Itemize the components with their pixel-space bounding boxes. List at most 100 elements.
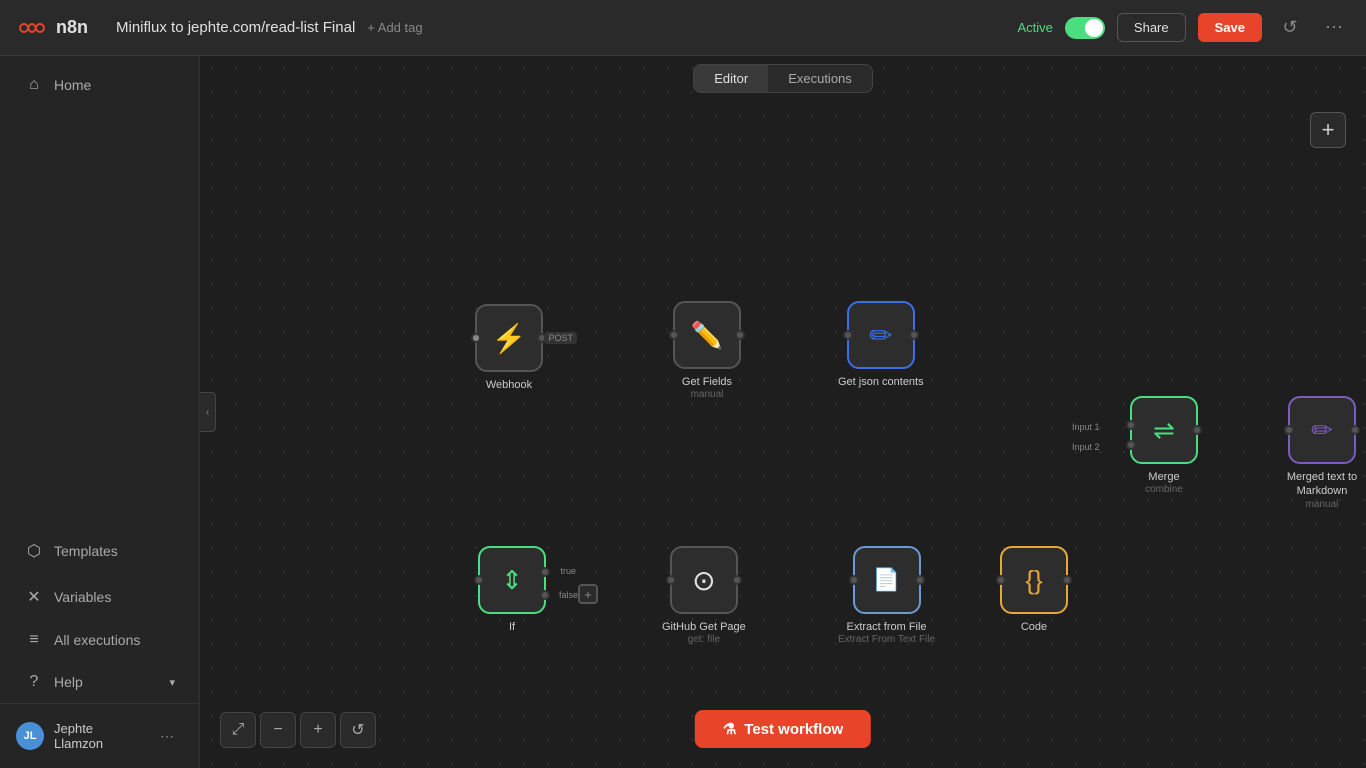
n8n-logo-icon [16,12,48,44]
extract-icon: 📄 [873,567,900,593]
get-fields-output-dot [735,330,745,340]
logo-area: n8n [16,12,88,44]
code-label: Code [1021,620,1047,634]
more-options-button[interactable]: ⋯ [1318,12,1350,44]
sidebar: ⌂ Home ⬡ Templates ✕ Variables ≡ All exe… [0,56,200,768]
code-node-box[interactable]: {} [1000,546,1068,614]
collapse-sidebar-button[interactable]: ‹ [200,392,216,432]
webhook-node-box[interactable]: ⚡ POST [475,304,543,372]
merged-text-node[interactable]: ✏ Merged text to Markdown manual [1278,396,1366,510]
extract-output-dot [915,575,925,585]
merge-node[interactable]: ⇌ Merge combine Input 1 Input 2 [1130,396,1198,495]
true-label: true [560,566,576,576]
save-button[interactable]: Save [1198,13,1262,42]
github-input-dot [666,575,676,585]
input1-label: Input 1 [1072,422,1100,432]
zoom-in-button[interactable]: + [300,712,336,748]
canvas[interactable]: Editor Executions + [200,56,1366,768]
add-tag-button[interactable]: + Add tag [367,20,422,35]
topbar-right: Active Share Save ↺ ⋯ [1018,12,1350,44]
sidebar-item-variables[interactable]: ✕ Variables [8,577,191,617]
if-false-plus[interactable]: + [578,584,598,604]
sidebar-item-home[interactable]: ⌂ Home [8,66,191,104]
get-fields-node-box[interactable]: ✏️ [673,301,741,369]
github-label: GitHub Get Page [662,620,746,634]
code-node[interactable]: {} Code [1000,546,1068,634]
merged-text-node-box[interactable]: ✏ [1288,396,1356,464]
input2-label: Input 2 [1072,442,1100,452]
tab-editor[interactable]: Editor [694,65,768,92]
webhook-input-dot [471,333,481,343]
merged-text-icon: ✏ [1311,415,1333,446]
merged-text-sublabel: manual [1306,499,1339,510]
get-fields-node[interactable]: ✏️ Get Fields manual [673,301,741,400]
get-fields-input-dot [669,330,679,340]
tab-bar: Editor Executions [200,56,1366,100]
sidebar-home-label: Home [54,77,91,93]
active-toggle[interactable] [1065,17,1105,39]
extract-sublabel: Extract From Text File [838,634,935,645]
app-name: n8n [56,17,88,38]
home-icon: ⌂ [24,76,44,94]
chevron-down-icon: ▾ [169,676,175,689]
extract-node[interactable]: 📄 Extract from File Extract From Text Fi… [838,546,935,645]
zoom-controls: ⤢ − + ↺ [220,712,376,748]
user-more-button[interactable]: ⋯ [151,720,183,752]
code-icon: {} [1025,565,1042,596]
zoom-out-button[interactable]: − [260,712,296,748]
merge-sublabel: combine [1145,484,1183,495]
if-label: If [509,620,515,634]
sidebar-item-templates[interactable]: ⬡ Templates [8,531,191,571]
main-area: ⌂ Home ⬡ Templates ✕ Variables ≡ All exe… [0,56,1366,768]
zoom-in-icon: + [313,721,322,739]
merged-text-label: Merged text to Markdown [1278,470,1366,499]
code-output-dot [1062,575,1072,585]
if-node[interactable]: ⇕ If true false + [478,546,546,634]
get-json-node[interactable]: ✏ Get json contents [838,301,924,389]
tab-group: Editor Executions [693,64,873,93]
share-button[interactable]: Share [1117,13,1186,42]
flask-icon: ⚗ [723,720,736,738]
tab-executions[interactable]: Executions [768,65,872,92]
get-json-node-box[interactable]: ✏ [847,301,915,369]
topbar: n8n Miniflux to jephte.com/read-list Fin… [0,0,1366,56]
user-item[interactable]: JL Jephte Llamzon ⋯ [8,712,191,760]
fit-view-button[interactable]: ⤢ [220,712,256,748]
get-fields-icon: ✏️ [691,320,723,351]
get-fields-label: Get Fields [682,375,732,389]
webhook-node[interactable]: ⚡ POST Webhook [475,304,543,392]
merged-text-output-dot [1350,425,1360,435]
if-input-dot [474,575,484,585]
github-node[interactable]: ⊙ GitHub Get Page get: file [662,546,746,645]
sidebar-bottom: JL Jephte Llamzon ⋯ [0,703,199,768]
undo-button[interactable]: ↺ [1274,12,1306,44]
sidebar-item-executions[interactable]: ≡ All executions [8,621,191,659]
post-badge: POST [544,332,577,344]
sidebar-item-help[interactable]: ? Help ▾ [8,663,191,701]
merge-icon: ⇌ [1153,415,1175,446]
github-node-box[interactable]: ⊙ [670,546,738,614]
active-label: Active [1018,20,1053,35]
zoom-out-icon: − [273,721,282,739]
merge-node-box[interactable]: ⇌ [1130,396,1198,464]
merge-output-dot [1192,425,1202,435]
sidebar-help-label: Help [54,674,83,690]
sidebar-templates-label: Templates [54,543,118,559]
extract-label: Extract from File [846,620,926,634]
extract-node-box[interactable]: 📄 [853,546,921,614]
get-json-label: Get json contents [838,375,924,389]
code-input-dot [996,575,1006,585]
help-icon: ? [24,673,44,691]
avatar: JL [16,722,44,750]
variables-icon: ✕ [24,587,44,607]
test-workflow-button[interactable]: ⚗ Test workflow [695,710,871,748]
get-json-input-dot [843,330,853,340]
sidebar-variables-label: Variables [54,589,111,605]
if-node-box[interactable]: ⇕ [478,546,546,614]
sidebar-nav: ⌂ Home [0,56,199,301]
webhook-label: Webhook [486,378,532,392]
github-output-dot [732,575,742,585]
reset-view-button[interactable]: ↺ [340,712,376,748]
user-name: Jephte Llamzon [54,721,141,751]
get-json-output-dot [909,330,919,340]
